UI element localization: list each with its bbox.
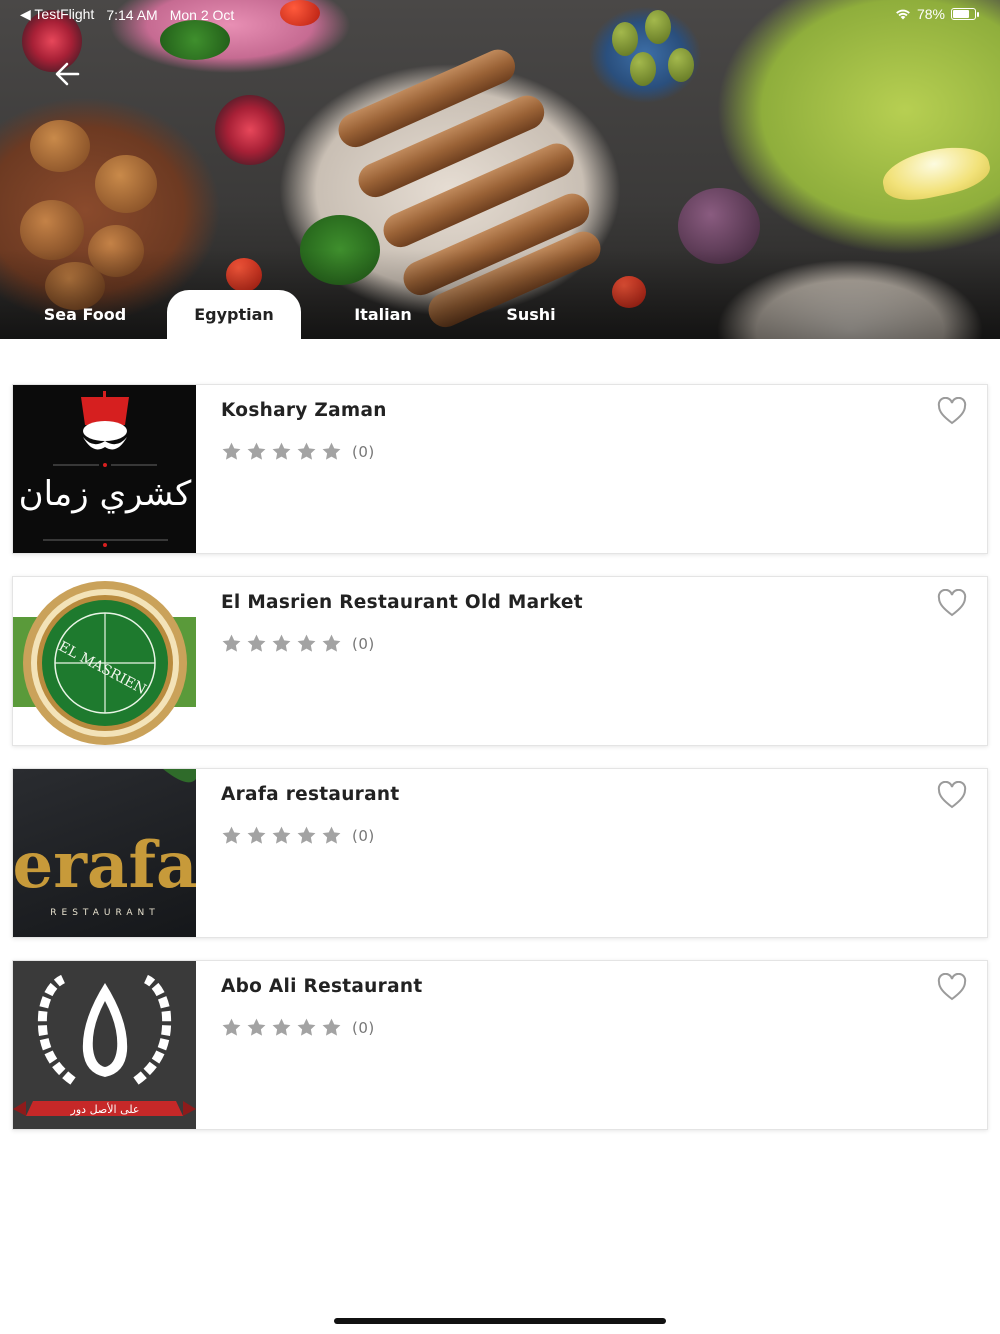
favorite-button[interactable]	[937, 396, 967, 425]
battery-percentage: 78%	[916, 6, 945, 22]
restaurant-name: Abo Ali Restaurant	[221, 976, 423, 997]
rating-count: (0)	[352, 634, 375, 653]
star-icon	[297, 634, 316, 652]
logo-subtext: RESTAURANT	[50, 908, 159, 918]
star-icon	[222, 634, 241, 652]
star-icon	[322, 634, 341, 652]
abo-ali-logo: على الأصل دور	[13, 974, 196, 1116]
restaurant-card[interactable]: erafa RESTAURANT Arafa restaurant (0)	[12, 768, 988, 938]
battery-icon	[951, 8, 979, 20]
restaurant-card[interactable]: كشري زمان Koshary Zaman (0)	[12, 384, 988, 554]
star-icon	[272, 826, 291, 844]
koshary-zaman-logo: كشري زمان	[19, 391, 192, 547]
star-rating: (0)	[221, 633, 375, 654]
fig-image	[215, 95, 285, 165]
restaurant-logo: EL MASRIEN	[13, 577, 196, 745]
wifi-icon	[896, 9, 910, 20]
back-to-app-link[interactable]: ◀ TestFlight	[20, 6, 94, 23]
home-indicator[interactable]	[334, 1318, 666, 1324]
arafa-logo: erafa RESTAURANT	[13, 769, 196, 918]
back-button[interactable]	[48, 54, 88, 94]
el-masrien-logo: EL MASRIEN	[13, 581, 196, 745]
category-tabs: Sea Food Egyptian Italian Sushi	[0, 290, 1000, 339]
hero-banner: ◀ TestFlight 7:14 AM Mon 2 Oct 78% Sea F…	[0, 0, 1000, 339]
tab-italian[interactable]: Italian	[316, 290, 450, 339]
star-icon	[222, 442, 241, 460]
star-icon	[247, 826, 266, 844]
logo-text: erafa	[13, 828, 196, 903]
favorite-button[interactable]	[937, 780, 967, 809]
star-icon	[297, 826, 316, 844]
arrow-left-icon	[55, 62, 80, 86]
star-icon	[247, 442, 266, 460]
star-icon	[247, 634, 266, 652]
restaurant-name: Koshary Zaman	[221, 400, 387, 421]
falafel-image	[30, 120, 90, 172]
restaurant-card[interactable]: على الأصل دور Abo Ali Restaurant (0)	[12, 960, 988, 1130]
tab-egyptian[interactable]: Egyptian	[167, 290, 301, 339]
star-icon	[272, 634, 291, 652]
olive-image	[668, 48, 694, 82]
parsley-image	[160, 20, 230, 60]
heart-icon	[937, 396, 967, 425]
star-icon	[272, 1018, 291, 1036]
favorite-button[interactable]	[937, 588, 967, 617]
olive-image	[630, 52, 656, 86]
restaurant-list: كشري زمان Koshary Zaman (0) EL MASRIEN E…	[12, 384, 988, 1152]
status-bar: ◀ TestFlight 7:14 AM Mon 2 Oct 78%	[0, 4, 1000, 24]
star-icon	[222, 826, 241, 844]
star-icon	[322, 826, 341, 844]
heart-icon	[937, 780, 967, 809]
star-icon	[222, 1018, 241, 1036]
restaurant-card[interactable]: EL MASRIEN El Masrien Restaurant Old Mar…	[12, 576, 988, 746]
star-rating: (0)	[221, 825, 375, 846]
restaurant-logo: على الأصل دور	[13, 961, 196, 1129]
restaurant-logo: كشري زمان	[13, 385, 196, 553]
restaurant-name: Arafa restaurant	[221, 784, 400, 805]
status-date: Mon 2 Oct	[169, 6, 235, 23]
rating-count: (0)	[352, 442, 375, 461]
lemon-image	[878, 139, 994, 207]
olive-image	[612, 22, 638, 56]
restaurant-logo: erafa RESTAURANT	[13, 769, 196, 937]
tab-sea-food[interactable]: Sea Food	[18, 290, 152, 339]
restaurant-name: El Masrien Restaurant Old Market	[221, 592, 583, 613]
logo-arabic-text: كشري زمان	[19, 474, 192, 514]
star-icon	[272, 442, 291, 460]
status-time: 7:14 AM	[106, 6, 158, 23]
star-icon	[297, 1018, 316, 1036]
rating-count: (0)	[352, 1018, 375, 1037]
heart-icon	[937, 972, 967, 1001]
logo-text: على الأصل دور	[70, 1102, 140, 1116]
star-icon	[297, 442, 316, 460]
star-rating: (0)	[221, 1017, 375, 1038]
star-rating: (0)	[221, 441, 375, 462]
star-icon	[247, 1018, 266, 1036]
falafel-image	[95, 155, 157, 213]
star-icon	[322, 442, 341, 460]
tab-sushi[interactable]: Sushi	[464, 290, 598, 339]
star-icon	[322, 1018, 341, 1036]
heart-icon	[937, 588, 967, 617]
favorite-button[interactable]	[937, 972, 967, 1001]
rating-count: (0)	[352, 826, 375, 845]
